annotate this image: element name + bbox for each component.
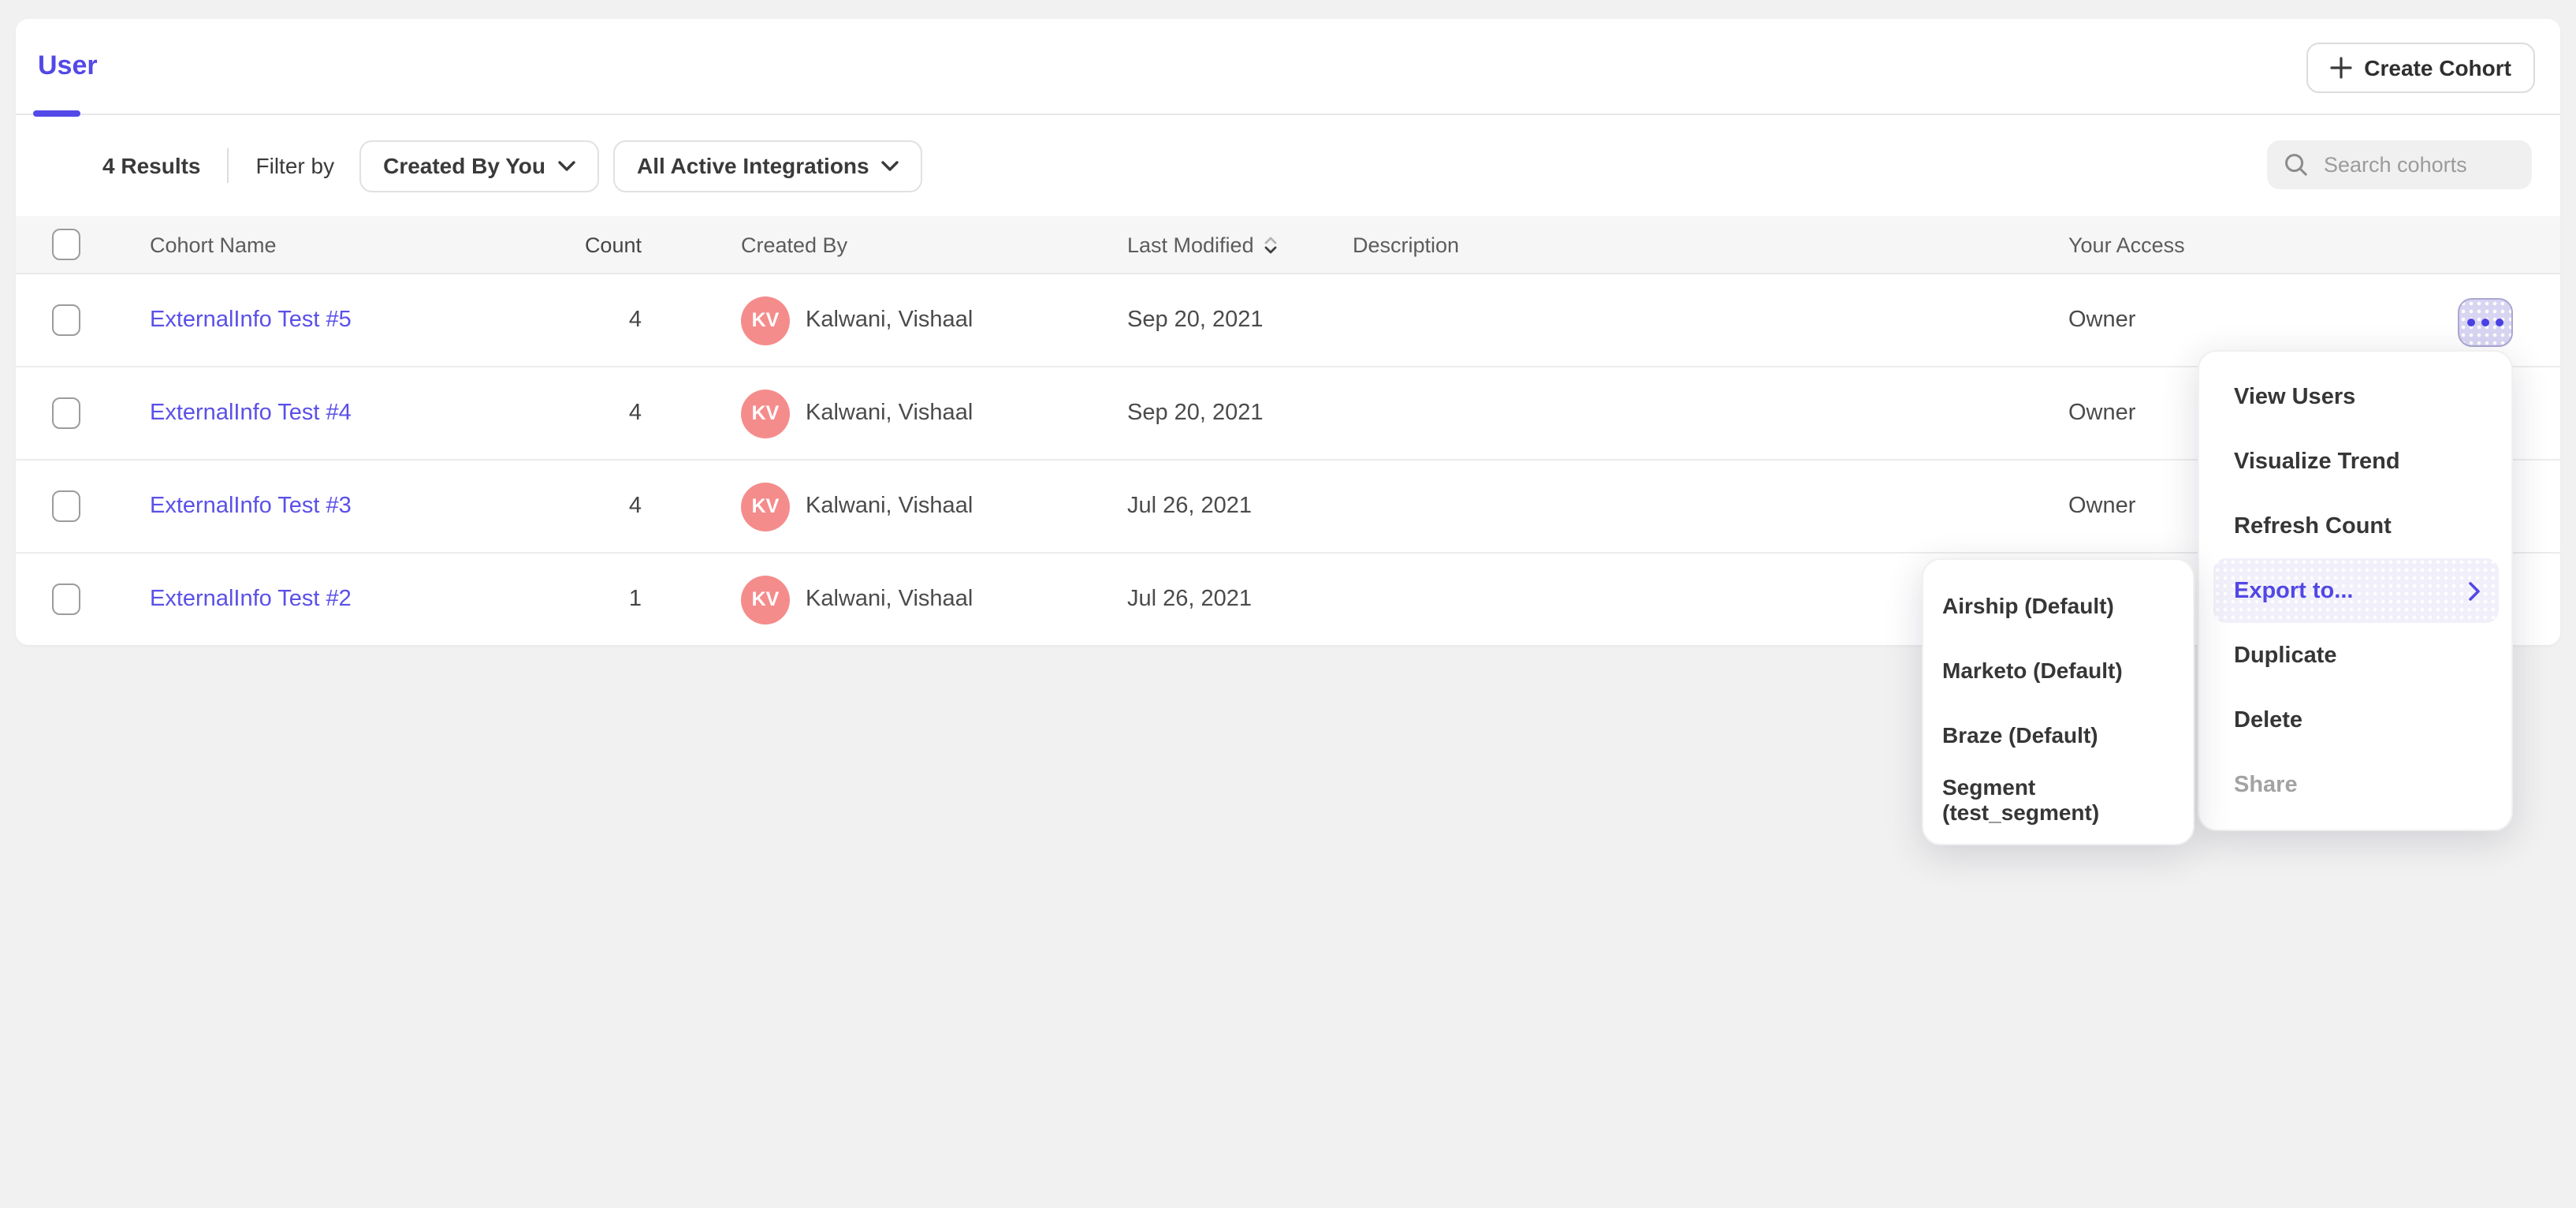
access-level: Owner — [2053, 308, 2442, 333]
created-by-name: Kalwani, Vishaal — [806, 308, 973, 333]
cohort-name-link[interactable]: ExternalInfo Test #5 — [150, 308, 352, 333]
chevron-down-icon — [882, 160, 899, 171]
cohort-count: 1 — [552, 587, 642, 612]
chevron-down-icon — [1265, 247, 1278, 255]
row-checkbox[interactable] — [52, 583, 80, 615]
ellipsis-icon — [2467, 319, 2475, 326]
last-modified-date: Jul 26, 2021 — [1111, 587, 1337, 612]
submenu-item-braze[interactable]: Braze (Default) — [1923, 702, 2193, 766]
created-by-filter-value: Created By You — [383, 153, 545, 178]
menu-item-duplicate[interactable]: Duplicate — [2199, 623, 2511, 688]
menu-item-view-users[interactable]: View Users — [2199, 364, 2511, 429]
cohort-name-link[interactable]: ExternalInfo Test #4 — [150, 401, 352, 426]
chevron-up-icon — [1265, 237, 1278, 245]
filter-by-label: Filter by — [256, 153, 335, 178]
column-header-count: Count — [552, 233, 642, 256]
last-modified-date: Sep 20, 2021 — [1111, 401, 1337, 426]
sort-icon — [1265, 237, 1278, 255]
row-actions-button[interactable] — [2458, 298, 2513, 347]
create-cohort-button[interactable]: Create Cohort — [2306, 43, 2535, 93]
column-header-cohort-name: Cohort Name — [115, 233, 552, 256]
column-header-your-access: Your Access — [2053, 233, 2442, 256]
chevron-right-icon — [2469, 581, 2480, 600]
cohort-count: 4 — [552, 401, 642, 426]
row-checkbox[interactable] — [52, 490, 80, 522]
menu-item-delete[interactable]: Delete — [2199, 688, 2511, 752]
created-by-name: Kalwani, Vishaal — [806, 494, 973, 519]
avatar: KV — [741, 575, 790, 624]
column-header-created-by: Created By — [642, 233, 1111, 256]
export-submenu: Airship (Default) Marketo (Default) Braz… — [1922, 558, 2194, 845]
cohort-name-link[interactable]: ExternalInfo Test #3 — [150, 494, 352, 519]
column-header-description: Description — [1337, 233, 2053, 256]
submenu-item-marketo[interactable]: Marketo (Default) — [1923, 637, 2193, 702]
created-by-name: Kalwani, Vishaal — [806, 401, 973, 426]
created-by-filter-dropdown[interactable]: Created By You — [359, 140, 599, 192]
avatar: KV — [741, 389, 790, 438]
select-all-checkbox[interactable] — [52, 229, 80, 260]
results-count: 4 Results — [102, 153, 201, 178]
column-header-last-modified[interactable]: Last Modified — [1111, 233, 1337, 256]
tab-bar: User Create Cohort — [16, 19, 2560, 115]
search-box — [2267, 140, 2532, 189]
cohorts-page: User Create Cohort 4 Results Filter by C… — [0, 0, 2576, 1208]
table-row: ExternalInfo Test #5 4 KV Kalwani, Vishaa… — [16, 274, 2560, 367]
menu-item-export-to[interactable]: Export to... — [2213, 558, 2499, 623]
create-cohort-label: Create Cohort — [2364, 55, 2511, 80]
cohort-count: 4 — [552, 494, 642, 519]
row-actions-menu: View Users Visualize Trend Refresh Count… — [2198, 350, 2513, 831]
table-row: ExternalInfo Test #3 4 KV Kalwani, Vishaa… — [16, 460, 2560, 554]
tab-user[interactable]: User — [38, 19, 98, 114]
last-modified-date: Jul 26, 2021 — [1111, 494, 1337, 519]
cohort-count: 4 — [552, 308, 642, 333]
cohorts-card: User Create Cohort 4 Results Filter by C… — [16, 19, 2560, 645]
submenu-item-segment[interactable]: Segment (test_segment) — [1923, 766, 2193, 831]
row-checkbox[interactable] — [52, 304, 80, 336]
table-row: ExternalInfo Test #4 4 KV Kalwani, Vishaa… — [16, 367, 2560, 460]
created-by-name: Kalwani, Vishaal — [806, 587, 973, 612]
integrations-filter-value: All Active Integrations — [637, 153, 869, 178]
integrations-filter-dropdown[interactable]: All Active Integrations — [613, 140, 923, 192]
submenu-item-airship[interactable]: Airship (Default) — [1923, 572, 2193, 637]
cohort-name-link[interactable]: ExternalInfo Test #2 — [150, 587, 352, 612]
menu-item-refresh-count[interactable]: Refresh Count — [2199, 494, 2511, 558]
last-modified-date: Sep 20, 2021 — [1111, 308, 1337, 333]
row-checkbox[interactable] — [52, 397, 80, 429]
toolbar-divider — [228, 148, 229, 183]
chevron-down-icon — [558, 160, 575, 171]
menu-item-visualize-trend[interactable]: Visualize Trend — [2199, 429, 2511, 494]
avatar: KV — [741, 482, 790, 531]
search-input[interactable] — [2267, 140, 2532, 189]
tab-user-label: User — [38, 50, 98, 82]
menu-item-share: Share — [2199, 752, 2511, 817]
table-header: Cohort Name Count Created By Last Modifi… — [16, 216, 2560, 274]
plus-icon — [2329, 57, 2351, 79]
avatar: KV — [741, 296, 790, 345]
toolbar: 4 Results Filter by Created By You All A… — [16, 115, 2560, 216]
